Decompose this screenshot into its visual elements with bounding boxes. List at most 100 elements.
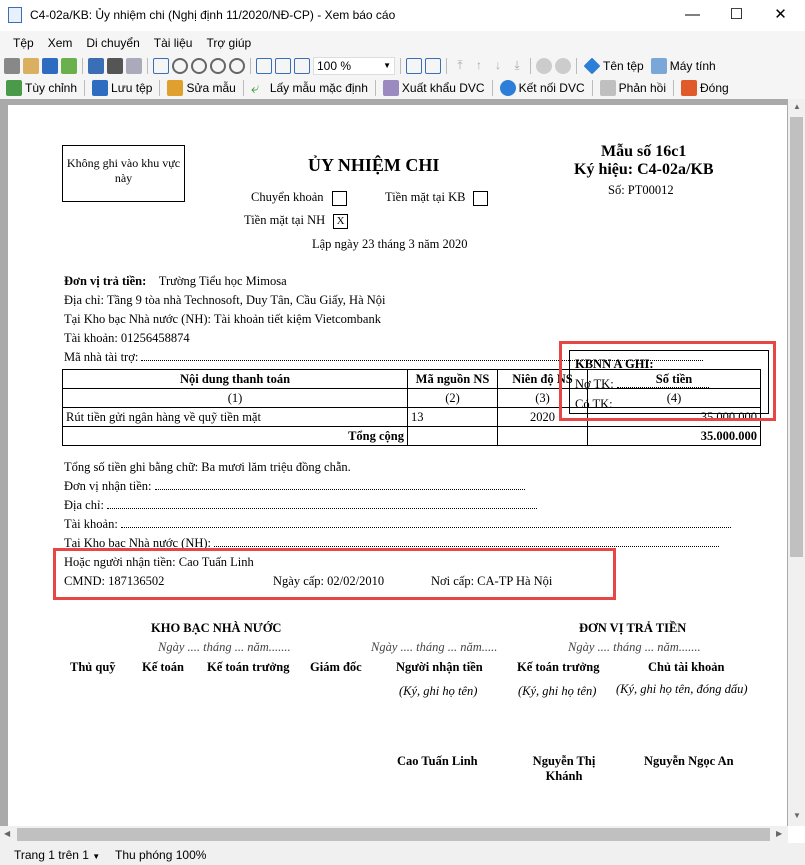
payer-date: Ngày .... tháng ... năm....... [568,640,701,654]
vertical-scrollbar[interactable]: ▲ ▼ [788,99,805,826]
default-template-button[interactable]: ⤶ Lấy mẫu mặc định [249,80,370,97]
info-icon [583,57,601,75]
menu-help[interactable]: Trợ giúp [199,31,258,55]
feedback-button[interactable]: Phản hồi [598,80,668,96]
save-icon [92,80,109,96]
payer-account: Tài khoản: 01256458874 [64,331,190,345]
role-accountant: Kế toán [142,660,185,674]
menu-file[interactable]: Tệp [6,31,41,55]
receiver-address: Địa chỉ: [64,498,538,513]
globe-icon [499,80,516,96]
next-page-icon[interactable]: ↓ [490,58,506,74]
hand-tool-icon[interactable] [153,58,169,74]
role-director: Giám đốc [310,660,362,674]
toolbar-main: 100 % ▼ ⤒ ↑ ↓ ⤓ Tên tệp Máy tính [0,55,805,77]
treasury-title: KHO BẠC NHÀ NƯỚC [151,621,282,635]
payer-title: ĐƠN VỊ TRẢ TIỀN [579,621,687,635]
zoom-region-icon[interactable] [229,58,245,74]
role-receiver: Người nhận tiền [396,660,483,674]
total-label: Tổng cộng [62,426,408,446]
role-cashier: Thủ quỹ [70,660,116,674]
save-file-button[interactable]: Lưu tệp [90,80,154,96]
receiver-date: Ngày .... tháng ... năm..... [371,640,498,654]
form-symbol: Ký hiệu: C4-02a/KB [574,161,714,178]
source-cell: 13 [407,407,498,427]
page-setup-icon[interactable] [126,58,142,74]
maximize-button[interactable]: ☐ [714,0,759,31]
save-icon[interactable] [42,58,58,74]
zoom-select[interactable]: 100 % ▼ [313,57,395,75]
no-write-box: Không ghi vào khu vực này [62,145,185,202]
title-bar: C4-02a/KB: Ủy nhiệm chi (Nghị định 11/20… [0,0,805,31]
file-name-button[interactable]: Tên tệp [582,57,646,75]
horizontal-scroll-thumb[interactable] [17,828,770,841]
export-dvc-button[interactable]: Xuất khẩu DVC [381,80,487,96]
multi-page-icon[interactable] [425,58,441,74]
holder-name: Nguyễn Ngọc An [644,754,734,768]
chevron-down-icon: ▼ [92,852,101,861]
document-viewer[interactable]: Không ghi vào khu vực này ỦY NHIỆM CHI M… [0,99,788,826]
window-title: C4-02a/KB: Ủy nhiệm chi (Nghị định 11/20… [30,8,396,22]
customize-icon [6,80,22,96]
cash-kb-option: Tiền mặt tại KB [385,190,489,206]
forward-icon[interactable] [555,58,571,74]
zoom-out-icon[interactable] [210,58,226,74]
payer-treasury: Tại Kho bạc Nhà nước (NH): Tài khoản tiế… [64,312,381,326]
cash-kb-checkbox[interactable] [473,190,489,206]
undo-arrow-icon: ⤶ [250,80,260,97]
customize-button[interactable]: Tùy chỉnh [4,80,79,96]
highlight-kbnn [559,341,776,421]
horizontal-scrollbar[interactable]: ◀ ▶ [0,826,788,843]
page-width-icon[interactable] [256,58,272,74]
prev-page-icon[interactable]: ↑ [471,58,487,74]
connect-dvc-button[interactable]: Kết nối DVC [498,80,587,96]
doc-title: ỦY NHIỆM CHI [308,155,440,175]
open-icon[interactable] [23,58,39,74]
export-icon[interactable] [61,58,77,74]
cash-nh-checkbox[interactable]: X [333,213,349,229]
receiver-name: Cao Tuấn Linh [397,754,478,768]
index-cell: (2) [407,388,498,408]
vertical-scroll-thumb[interactable] [790,117,803,557]
highlight-receiver [53,548,616,600]
app-icon [8,7,22,23]
megaphone-icon [599,80,616,96]
calculator-button[interactable]: Máy tính [649,58,718,74]
page-indicator[interactable]: Trang 1 trên 1 ▼ [14,848,100,862]
menu-document[interactable]: Tài liệu [147,31,200,55]
receiver-unit: Đơn vị nhận tiền: [64,479,525,494]
transfer-checkbox[interactable] [331,190,347,206]
menu-bar: Tệp Xem Di chuyển Tài liệu Trợ giúp [0,31,805,55]
print-icon[interactable] [4,58,20,74]
transfer-option: Chuyển khoản [251,190,347,206]
document-map-icon[interactable] [88,58,104,74]
export-icon [382,80,399,96]
close-report-button[interactable]: Đóng [679,80,731,96]
header-source: Mã nguồn NS [407,369,498,389]
accountant-name: Nguyễn Thị Khánh [532,754,596,783]
find-icon[interactable] [107,58,123,74]
first-page-icon[interactable]: ⤒ [452,58,468,74]
zoom-100-icon[interactable] [294,58,310,74]
magnifier-icon[interactable] [172,58,188,74]
close-button[interactable]: ✕ [758,0,803,31]
content-cell: Rút tiền gửi ngân hàng về quỹ tiền mặt [62,407,408,427]
single-page-icon[interactable] [406,58,422,74]
document-number: Số: PT00012 [608,183,674,197]
last-page-icon[interactable]: ⤓ [509,58,525,74]
chevron-down-icon: ▼ [383,61,391,70]
zoom-in-icon[interactable] [191,58,207,74]
sign-hint-receiver: (Ký, ghi họ tên) [399,684,478,698]
menu-view[interactable]: Xem [41,31,80,55]
total-row: Tổng cộng 35.000.000 [62,426,761,446]
toolbar-actions: Tùy chỉnh Lưu tệp Sửa mẫu ⤶ Lấy mẫu mặc đ… [0,77,805,99]
edit-template-button[interactable]: Sửa mẫu [165,80,237,96]
menu-navigate[interactable]: Di chuyển [79,31,146,55]
cash-nh-option: Tiền mặt tại NH X [244,213,349,229]
report-page: Không ghi vào khu vực này ỦY NHIỆM CHI M… [8,105,787,826]
calculator-icon [650,58,667,74]
back-icon[interactable] [536,58,552,74]
minimize-button[interactable]: — [670,0,715,31]
sign-hint-holder: (Ký, ghi họ tên, đóng dấu) [616,682,748,696]
whole-page-icon[interactable] [275,58,291,74]
